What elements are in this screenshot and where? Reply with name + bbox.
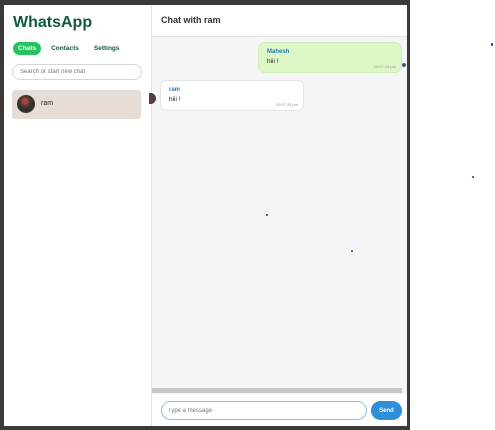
- avatar: [402, 63, 406, 67]
- app-title: WhatsApp: [13, 14, 93, 31]
- search-input[interactable]: [12, 64, 142, 80]
- horizontal-scrollbar[interactable]: [152, 388, 402, 393]
- message-outgoing: Mahesh hiii ! 10:07:14 pm: [258, 42, 402, 73]
- avatar: [149, 93, 156, 104]
- message-input[interactable]: [161, 401, 367, 420]
- app-window: WhatsApp Chats Contacts Settings ram Cha…: [0, 0, 410, 430]
- tab-settings[interactable]: Settings: [89, 42, 125, 55]
- stray-dot: [266, 214, 268, 216]
- tab-contacts[interactable]: Contacts: [46, 42, 84, 55]
- message-incoming: ram hiii ! 10:07:25 pm: [160, 80, 304, 111]
- message-composer: Send: [152, 394, 407, 426]
- message-text: hiii !: [169, 96, 181, 103]
- app-frame: WhatsApp Chats Contacts Settings ram Cha…: [4, 5, 407, 426]
- sidebar: WhatsApp Chats Contacts Settings ram: [4, 5, 152, 426]
- message-timestamp: 10:07:25 pm: [275, 102, 298, 107]
- message-text: hiii !: [267, 58, 279, 65]
- message-timestamp: 10:07:14 pm: [373, 64, 396, 69]
- message-sender: Mahesh: [267, 49, 290, 55]
- send-button[interactable]: Send: [371, 401, 402, 420]
- chat-list-item-name: ram: [41, 100, 54, 107]
- chat-title: Chat with ram: [161, 15, 221, 25]
- message-sender: ram: [169, 87, 181, 93]
- chat-header: Chat with ram: [152, 5, 407, 37]
- stray-dot: [472, 176, 474, 178]
- chat-list-item-ram[interactable]: ram: [12, 90, 141, 119]
- tab-chats[interactable]: Chats: [13, 41, 42, 55]
- sidebar-tabs: Chats Contacts Settings: [13, 40, 130, 56]
- stray-dot: [491, 43, 493, 46]
- chat-panel: Chat with ram Mahesh hiii ! 10:07:14 pm …: [149, 5, 407, 426]
- stray-dot: [351, 250, 353, 252]
- avatar: [17, 95, 35, 113]
